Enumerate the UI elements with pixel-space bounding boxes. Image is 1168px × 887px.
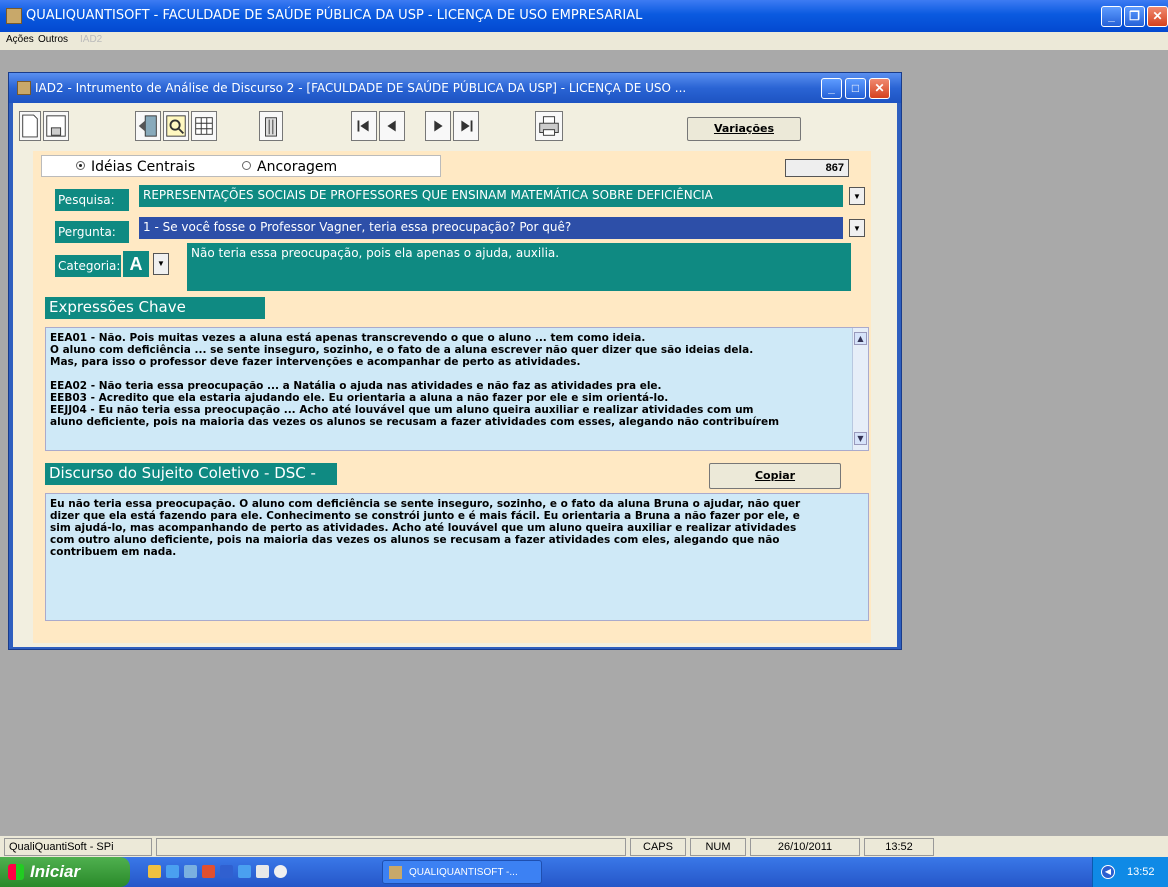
client-area: Variações Idéias Centrais Ancoragem 867 …: [13, 103, 897, 647]
grid-icon[interactable]: [191, 111, 217, 141]
categoria-label: Categoria:: [55, 255, 121, 277]
previous-record-icon[interactable]: [379, 111, 405, 141]
first-record-icon[interactable]: [351, 111, 377, 141]
start-label: Iniciar: [30, 862, 81, 881]
dsc-line: dizer que ela está fazendo para ele. Con…: [50, 510, 800, 522]
taskbar: Iniciar QUALIQUANTISOFT -... ◀ 13:52: [0, 857, 1168, 887]
windows-logo-icon: [8, 864, 24, 880]
menu-iad2[interactable]: IAD2: [80, 34, 102, 45]
disc-icon[interactable]: [274, 865, 287, 878]
tray-arrow-icon[interactable]: ◀: [1101, 865, 1115, 879]
dsc-line: Eu não teria essa preocupação. O aluno c…: [50, 498, 801, 510]
copiar-button[interactable]: Copiar: [709, 463, 841, 489]
status-caps: CAPS: [630, 838, 686, 856]
start-button[interactable]: Iniciar: [0, 857, 130, 887]
radio-empty-dot: [242, 161, 251, 170]
dsc-line: sim ajudá-lo, mas acompanhando de perto …: [50, 522, 797, 534]
print-icon[interactable]: [535, 111, 563, 141]
view-radio-group: Idéias Centrais Ancoragem: [41, 155, 441, 177]
qualiquanti-icon: [389, 866, 402, 879]
child-close-button[interactable]: ✕: [869, 78, 890, 99]
copiar-label: Copiar: [754, 469, 796, 482]
app-title: QUALIQUANTISOFT - FACULDADE DE SAÚDE PÚB…: [26, 8, 643, 23]
expressoes-scrollbar[interactable]: ▲ ▼: [852, 328, 868, 450]
word-icon[interactable]: [220, 865, 233, 878]
close-button[interactable]: ✕: [1147, 6, 1168, 27]
save-icon[interactable]: [43, 111, 69, 141]
radio-ancoragem[interactable]: Ancoragem: [242, 159, 337, 175]
last-record-icon[interactable]: [453, 111, 479, 141]
dsc-header: Discurso do Sujeito Coletivo - DSC -: [45, 463, 337, 485]
app-red-icon[interactable]: [202, 865, 215, 878]
categoria-select[interactable]: A: [123, 251, 149, 277]
pergunta-select[interactable]: 1 - Se você fosse o Professor Vagner, te…: [139, 217, 843, 239]
expressoes-line: EEJJ04 - Eu não teria essa preocupação .…: [50, 404, 754, 416]
record-counter: 867: [785, 159, 849, 177]
next-record-icon[interactable]: [425, 111, 451, 141]
iad2-window: IAD2 - Intrumento de Análise de Discurso…: [8, 72, 902, 650]
status-message: [156, 838, 626, 856]
radio-selected-dot: [76, 161, 85, 170]
radio-ideias-centrais[interactable]: Idéias Centrais: [76, 159, 195, 175]
dsc-line: com outro aluno deficiente, pois na maio…: [50, 534, 780, 546]
ie2-icon[interactable]: [238, 865, 251, 878]
status-num: NUM: [690, 838, 746, 856]
app-titlebar: QUALIQUANTISOFT - FACULDADE DE SAÚDE PÚB…: [0, 0, 1168, 32]
form-panel: Idéias Centrais Ancoragem 867 Pesquisa: …: [33, 151, 871, 643]
scroll-up-icon[interactable]: ▲: [854, 332, 867, 345]
expressoes-line: EEA01 - Não. Pois muitas vezes a aluna e…: [50, 332, 646, 344]
status-date: 26/10/2011: [750, 838, 860, 856]
radio-ancoragem-label: Ancoragem: [257, 159, 338, 175]
scroll-down-icon[interactable]: ▼: [854, 432, 867, 445]
restore-button[interactable]: ❐: [1124, 6, 1145, 27]
dsc-textarea[interactable]: Eu não teria essa preocupação. O aluno c…: [45, 493, 869, 621]
delete-icon[interactable]: [259, 111, 283, 141]
expressoes-line: Mas, para isso o professor deve fazer in…: [50, 356, 581, 368]
menu-outros[interactable]: Outros: [38, 34, 68, 45]
pesquisa-select[interactable]: REPRESENTAÇÕES SOCIAIS DE PROFESSORES QU…: [139, 185, 843, 207]
ideia-central-field[interactable]: Não teria essa preocupação, pois ela ape…: [187, 243, 851, 291]
expressoes-line: aluno deficiente, pois na maioria das ve…: [50, 416, 780, 428]
status-time: 13:52: [864, 838, 934, 856]
folder-icon[interactable]: [148, 865, 161, 878]
pergunta-label: Pergunta:: [55, 221, 129, 243]
tray-clock: 13:52: [1127, 866, 1155, 878]
network-icon[interactable]: [184, 865, 197, 878]
expressoes-line: O aluno com deficiência ... se sente ins…: [50, 344, 754, 356]
dsc-line: contribuem em nada.: [50, 546, 177, 558]
expressoes-line: EEB03 - Acredito que ela estaria ajudand…: [50, 392, 669, 404]
ie-icon[interactable]: [166, 865, 179, 878]
statusbar: QualiQuantiSoft - SPi CAPS NUM 26/10/201…: [0, 835, 1168, 857]
expressoes-textarea[interactable]: EEA01 - Não. Pois muitas vezes a aluna e…: [45, 327, 869, 451]
menubar: Ações Outros IAD2: [0, 32, 1168, 50]
pesquisa-label: Pesquisa:: [55, 189, 129, 211]
child-minimize-button[interactable]: _: [821, 78, 842, 99]
child-maximize-button[interactable]: □: [845, 78, 866, 99]
taskbar-app-label: QUALIQUANTISOFT -...: [409, 867, 518, 878]
new-icon[interactable]: [19, 111, 41, 141]
menu-acoes[interactable]: Ações: [6, 34, 34, 45]
expressoes-line: EEA02 - Não teria essa preocupação ... a…: [50, 380, 662, 392]
browser-icon[interactable]: [256, 865, 269, 878]
status-app: QualiQuantiSoft - SPi: [4, 838, 152, 856]
radio-ideias-label: Idéias Centrais: [91, 159, 196, 175]
expressoes-header: Expressões Chave: [45, 297, 265, 319]
app-icon: [6, 8, 22, 24]
iad2-icon: [17, 81, 31, 95]
system-tray: ◀ 13:52: [1092, 857, 1168, 887]
toolbar: Variações: [17, 105, 893, 145]
variacoes-button[interactable]: Variações: [687, 117, 801, 141]
categoria-dropdown-arrow[interactable]: ▼: [153, 253, 169, 275]
exit-icon[interactable]: [135, 111, 161, 141]
taskbar-app-button[interactable]: QUALIQUANTISOFT -...: [382, 860, 542, 884]
minimize-button[interactable]: _: [1101, 6, 1122, 27]
expressoes-line: [50, 368, 864, 380]
iad2-title: IAD2 - Intrumento de Análise de Discurso…: [35, 81, 687, 95]
iad2-titlebar: IAD2 - Intrumento de Análise de Discurso…: [9, 73, 901, 103]
pergunta-dropdown-arrow[interactable]: ▼: [849, 219, 865, 237]
pesquisa-dropdown-arrow[interactable]: ▼: [849, 187, 865, 205]
variacoes-label: Variações: [713, 122, 775, 135]
search-icon[interactable]: [163, 111, 189, 141]
